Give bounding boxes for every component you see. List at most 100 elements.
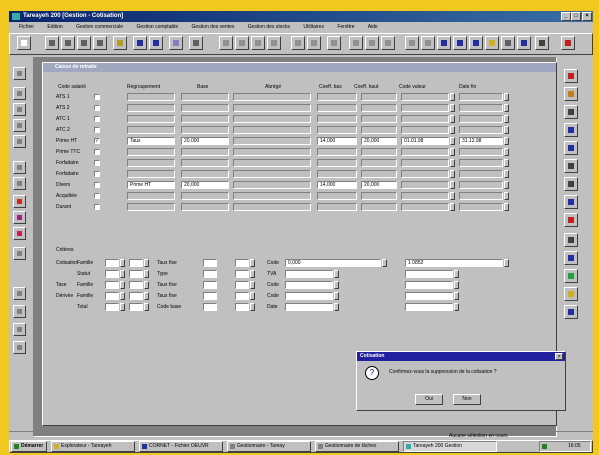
left-tool-8[interactable] bbox=[13, 195, 26, 208]
field-reg[interactable] bbox=[127, 126, 175, 134]
row-checkbox[interactable]: ✓ bbox=[94, 138, 100, 144]
spin-button[interactable] bbox=[250, 259, 255, 267]
tool-icon-a[interactable] bbox=[219, 36, 233, 50]
spin-button[interactable] bbox=[144, 303, 149, 311]
left-tool-3[interactable] bbox=[13, 103, 26, 116]
spin-button[interactable] bbox=[120, 303, 125, 311]
spin-button[interactable] bbox=[454, 292, 459, 300]
spin-button[interactable] bbox=[450, 93, 455, 101]
spin-button[interactable] bbox=[250, 281, 255, 289]
tool-icon-f[interactable] bbox=[307, 36, 321, 50]
spin-button[interactable] bbox=[144, 270, 149, 278]
field-cb[interactable]: 14,000 bbox=[317, 137, 357, 145]
field-base[interactable] bbox=[181, 104, 229, 112]
spin-button[interactable] bbox=[504, 159, 509, 167]
field-abr[interactable] bbox=[233, 137, 311, 145]
next-record-icon[interactable] bbox=[77, 36, 91, 50]
left-tool-11[interactable] bbox=[13, 247, 26, 260]
spin-button[interactable] bbox=[334, 270, 339, 278]
field-reg[interactable] bbox=[127, 192, 175, 200]
field-reg[interactable] bbox=[127, 115, 175, 123]
row-checkbox[interactable] bbox=[94, 182, 100, 188]
menu-item-gestion-comptable[interactable]: Gestion comptable bbox=[136, 24, 178, 30]
spin-button[interactable] bbox=[250, 303, 255, 311]
tool-icon-i[interactable] bbox=[365, 36, 379, 50]
maximize-button[interactable]: □ bbox=[571, 12, 581, 21]
spin-button[interactable] bbox=[450, 170, 455, 178]
gear-icon[interactable] bbox=[501, 36, 515, 50]
field-base[interactable] bbox=[181, 203, 229, 211]
search-icon[interactable] bbox=[113, 36, 127, 50]
spin-button[interactable] bbox=[454, 270, 459, 278]
field-ch[interactable] bbox=[361, 170, 397, 178]
field-cv[interactable] bbox=[401, 170, 449, 178]
row-checkbox[interactable] bbox=[94, 149, 100, 155]
criteria-field-3[interactable] bbox=[203, 292, 217, 300]
spin-button[interactable] bbox=[334, 281, 339, 289]
criteria-field-2[interactable] bbox=[129, 259, 143, 267]
spin-button[interactable] bbox=[504, 181, 509, 189]
spin-button[interactable] bbox=[120, 292, 125, 300]
left-tool-14[interactable] bbox=[13, 323, 26, 336]
task-gestionnaire-taches[interactable]: Gestionnaire de tâches bbox=[315, 441, 399, 452]
criteria-field-1[interactable] bbox=[105, 303, 119, 311]
field-df[interactable] bbox=[459, 192, 503, 200]
spin-button[interactable] bbox=[250, 270, 255, 278]
criteria-field-1[interactable] bbox=[105, 281, 119, 289]
row-checkbox[interactable] bbox=[94, 160, 100, 166]
spin-button[interactable] bbox=[450, 115, 455, 123]
mail-icon[interactable] bbox=[469, 36, 483, 50]
field-cb[interactable] bbox=[317, 126, 357, 134]
menu-item-fichier[interactable]: Fichier bbox=[19, 24, 34, 30]
right-tool-14[interactable] bbox=[564, 305, 578, 319]
left-tool-12[interactable] bbox=[13, 287, 26, 300]
field-df[interactable] bbox=[459, 104, 503, 112]
tool-icon-c[interactable] bbox=[251, 36, 265, 50]
spin-button[interactable] bbox=[450, 203, 455, 211]
right-tool-7[interactable] bbox=[564, 177, 578, 191]
spin-button[interactable] bbox=[120, 270, 125, 278]
field-base[interactable] bbox=[181, 93, 229, 101]
criteria-code-field[interactable] bbox=[285, 303, 333, 311]
right-tool-2[interactable] bbox=[564, 87, 578, 101]
criteria-field-4[interactable] bbox=[235, 259, 249, 267]
field-cv[interactable] bbox=[401, 104, 449, 112]
field-cb[interactable] bbox=[317, 170, 357, 178]
field-cb[interactable] bbox=[317, 192, 357, 200]
right-tool-9[interactable] bbox=[564, 213, 578, 227]
field-reg[interactable]: Taux bbox=[127, 137, 175, 145]
left-tool-13[interactable] bbox=[13, 305, 26, 318]
spin-button[interactable] bbox=[504, 148, 509, 156]
spin-button[interactable] bbox=[504, 259, 509, 267]
right-tool-11[interactable] bbox=[564, 251, 578, 265]
field-cv[interactable]: 01.01.98 bbox=[401, 137, 449, 145]
criteria-field-1[interactable] bbox=[105, 270, 119, 278]
spin-button[interactable] bbox=[504, 137, 509, 145]
field-cv[interactable] bbox=[401, 181, 449, 189]
tool-icon-h[interactable] bbox=[349, 36, 363, 50]
criteria-right-field[interactable]: 1 0852 bbox=[405, 259, 503, 267]
tool-icon-j[interactable] bbox=[381, 36, 395, 50]
yes-button[interactable]: Oui bbox=[415, 394, 443, 405]
menu-item-gestion-commerciale[interactable]: Gestion commerciale bbox=[76, 24, 123, 30]
field-base[interactable] bbox=[181, 115, 229, 123]
right-tool-3[interactable] bbox=[564, 105, 578, 119]
field-df[interactable] bbox=[459, 203, 503, 211]
field-base[interactable] bbox=[181, 159, 229, 167]
no-button[interactable]: Non bbox=[453, 394, 481, 405]
field-reg[interactable]: Prime HT bbox=[127, 181, 175, 189]
left-tool-7[interactable] bbox=[13, 177, 26, 190]
field-ch[interactable] bbox=[361, 104, 397, 112]
copy-icon[interactable] bbox=[149, 36, 163, 50]
field-cv[interactable] bbox=[401, 115, 449, 123]
task-gestionnaire[interactable]: Gestionnaire - Tareay bbox=[227, 441, 311, 452]
lock-icon[interactable] bbox=[535, 36, 549, 50]
field-cb[interactable] bbox=[317, 203, 357, 211]
criteria-field-1[interactable] bbox=[105, 259, 119, 267]
info-icon[interactable] bbox=[517, 36, 531, 50]
field-ch[interactable] bbox=[361, 148, 397, 156]
field-base[interactable]: 20,000 bbox=[181, 181, 229, 189]
criteria-code-field[interactable] bbox=[285, 281, 333, 289]
spin-button[interactable] bbox=[450, 104, 455, 112]
field-cv[interactable] bbox=[401, 203, 449, 211]
